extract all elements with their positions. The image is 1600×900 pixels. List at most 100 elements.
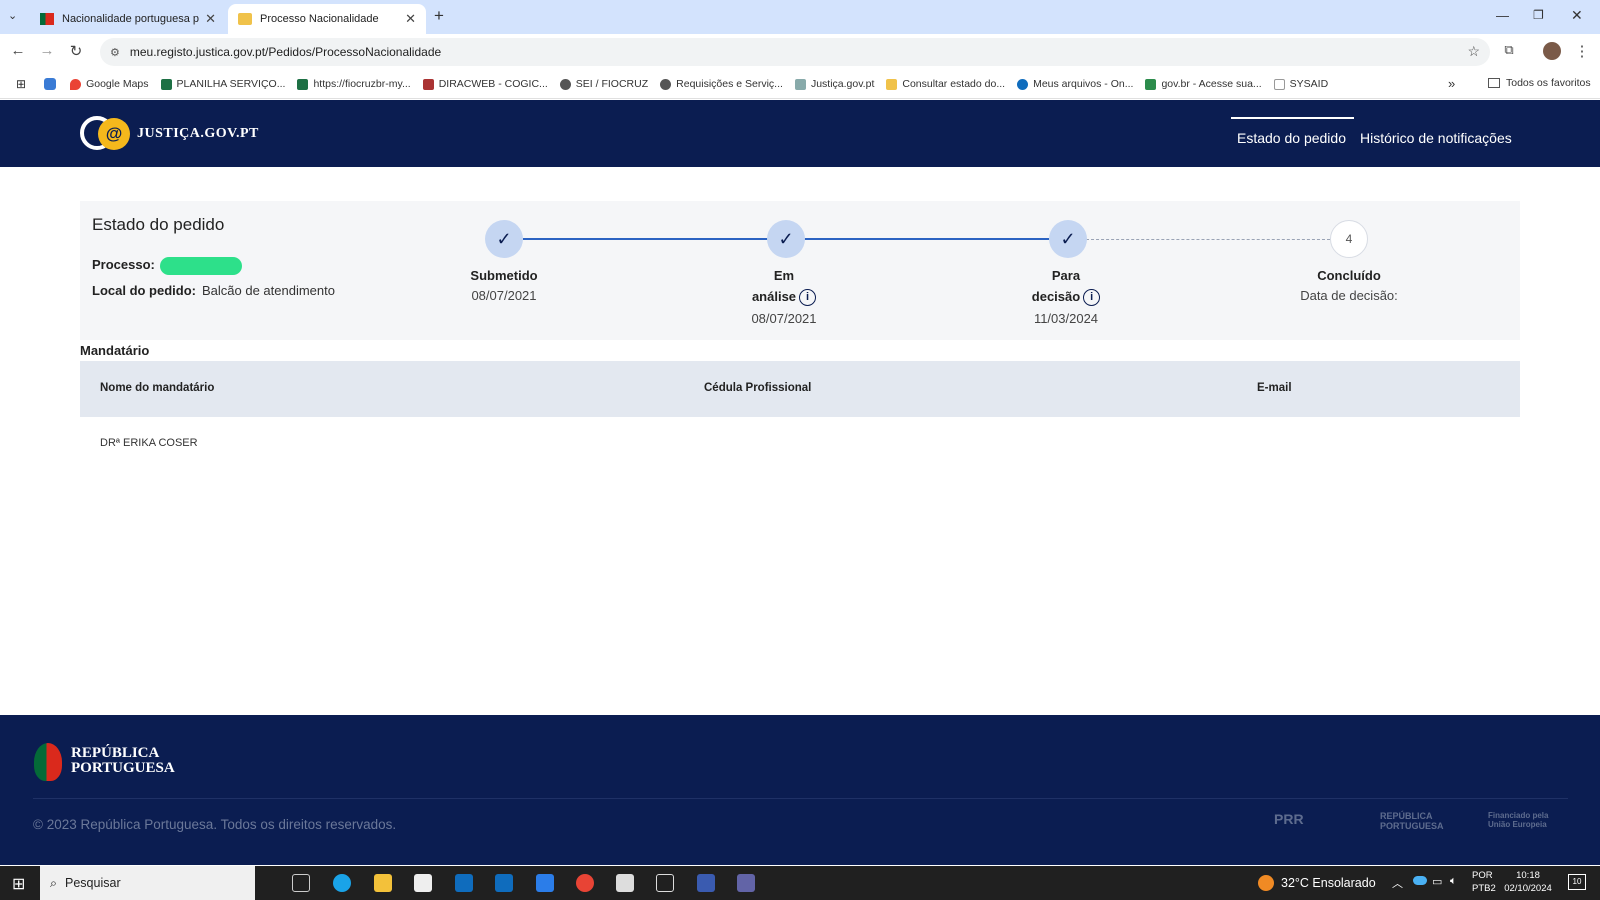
local-label: Local do pedido: — [92, 283, 196, 298]
portugal-flag-icon — [40, 13, 54, 25]
tray-chevron-icon[interactable]: ︿ — [1392, 875, 1403, 891]
weather-sun-icon[interactable] — [1258, 875, 1274, 891]
republica-emblem-icon — [34, 743, 62, 781]
nav-estado-do-pedido[interactable]: Estado do pedido — [1231, 117, 1354, 146]
windows-start-icon[interactable]: ⊞ — [12, 874, 25, 894]
windows-taskbar: ⊞ ⌕ Pesquisar 32°C Ensolarado ︿ ▭ 🔈︎ POR… — [0, 866, 1600, 900]
bookmark-sysaid[interactable]: SYSAID — [1273, 78, 1328, 90]
bookmark-diracweb[interactable]: DIRACWEB - COGIC... — [422, 78, 548, 90]
tab-title: Processo Nacionalidade — [260, 13, 379, 25]
step-concluido-date: Data de decisão: — [1300, 288, 1398, 303]
store-icon[interactable] — [414, 874, 432, 892]
mandatario-title: Mandatário — [80, 343, 150, 358]
nav-historico-notificacoes[interactable]: Histórico de notificações — [1360, 130, 1512, 146]
bookmark-meus-arquivos[interactable]: Meus arquivos - On... — [1017, 78, 1133, 90]
bookmark-google-maps[interactable]: Google Maps — [70, 78, 149, 90]
calculator-icon[interactable] — [616, 874, 634, 892]
column-email: E-mail — [1257, 382, 1292, 394]
mandatario-table-header: Nome do mandatário Cédula Profissional E… — [80, 361, 1520, 417]
forward-icon[interactable]: → — [37, 42, 57, 59]
weather-text[interactable]: 32°C Ensolarado — [1281, 876, 1376, 890]
notifications-icon[interactable]: 10 — [1568, 874, 1586, 890]
bookmark-justica[interactable]: Justiça.gov.pt — [794, 78, 874, 90]
vpn-icon[interactable] — [697, 874, 715, 892]
tab-processo-nacionalidade[interactable]: Processo Nacionalidade ✕ — [228, 4, 426, 34]
more-bookmarks-icon[interactable]: » — [1448, 76, 1455, 91]
step-para-decisao-label-line2: decisão i — [1006, 289, 1126, 307]
browser-toolbar: ← → ↻ ⚙ meu.registo.justica.gov.pt/Pedid… — [0, 34, 1600, 70]
info-icon[interactable]: i — [1083, 289, 1101, 307]
minimize-icon[interactable]: — — [1496, 8, 1509, 23]
site-footer: REPÚBLICA PORTUGUESA © 2023 República Po… — [0, 715, 1600, 865]
redacted-process-number — [160, 257, 242, 275]
step-em-analise-label-line2: análise i — [724, 289, 844, 307]
progress-line — [523, 238, 768, 240]
taskbar-search[interactable]: ⌕ Pesquisar — [40, 866, 255, 900]
info-icon[interactable]: i — [799, 289, 817, 307]
chrome-icon[interactable] — [576, 874, 594, 892]
calendar-icon[interactable] — [536, 874, 554, 892]
progress-line — [804, 238, 1049, 240]
bookmark-govbr[interactable]: gov.br - Acesse sua... — [1145, 78, 1262, 90]
bookmark-planilha[interactable]: PLANILHA SERVIÇO... — [160, 78, 285, 90]
back-icon[interactable]: ← — [8, 42, 28, 59]
menu-kebab-icon[interactable]: ⋮ — [1572, 42, 1592, 60]
bookmarks-bar: ⊞ Google Maps PLANILHA SERVIÇO... https:… — [0, 70, 1600, 99]
browser-tab-bar: ⌄ Nacionalidade portuguesa pelo ✕ Proces… — [0, 0, 1600, 34]
bookmark-consultar-estado[interactable]: Consultar estado do... — [886, 78, 1005, 90]
step-submetido-date: 08/07/2021 — [471, 288, 537, 303]
edge-icon[interactable] — [333, 874, 351, 892]
republica-portuguesa-logo[interactable]: REPÚBLICA PORTUGUESA — [71, 746, 175, 776]
file-explorer-icon[interactable] — [374, 874, 392, 892]
site-header: @ JUSTIÇA.GOV.PT Estado do pedido Histór… — [0, 100, 1600, 167]
clock[interactable]: 10:18 02/10/2024 — [1502, 869, 1554, 895]
teams-icon[interactable] — [737, 874, 755, 892]
eu-funding-logo: Financiado pela União Europeia — [1488, 811, 1549, 829]
taskbar-search-label: Pesquisar — [65, 876, 121, 890]
local-value: Balcão de atendimento — [202, 283, 335, 298]
close-tab-icon[interactable]: ✕ — [405, 11, 416, 27]
close-tab-icon[interactable]: ✕ — [205, 11, 216, 27]
site-logo-text[interactable]: JUSTIÇA.GOV.PT — [137, 126, 259, 142]
volume-icon[interactable]: 🔈︎ — [1450, 875, 1457, 888]
step-concluido-label: Concluído — [1317, 268, 1381, 283]
apps-grid-icon[interactable]: ⊞ — [16, 77, 26, 91]
new-tab-button[interactable]: + — [434, 6, 444, 26]
outlook-icon[interactable] — [455, 874, 473, 892]
folder-icon — [1488, 78, 1500, 88]
site-info-icon[interactable]: ⚙ — [110, 46, 120, 59]
close-window-icon[interactable]: ✕ — [1571, 7, 1583, 24]
republica-small-logo: REPÚBLICA PORTUGUESA — [1380, 811, 1444, 831]
bookmark-fiocruz-onedrive[interactable]: https://fiocruzbr-my... — [297, 78, 411, 90]
step-para-decisao-label: Para — [1051, 268, 1081, 283]
onedrive-icon[interactable] — [1413, 876, 1427, 885]
profile-avatar[interactable] — [1543, 42, 1561, 60]
copyright-text: © 2023 República Portuguesa. Todos os di… — [33, 817, 397, 832]
prr-logo: PRR — [1274, 811, 1304, 827]
bookmark-sei-fiocruz[interactable]: SEI / FIOCRUZ — [559, 78, 648, 90]
reload-icon[interactable]: ↻ — [66, 42, 86, 60]
status-title: Estado do pedido — [92, 215, 225, 234]
tab-nacionalidade[interactable]: Nacionalidade portuguesa pelo ✕ — [30, 4, 226, 34]
all-favorites-folder[interactable]: Todos os favoritos — [1488, 77, 1591, 89]
justica-logo-at-icon[interactable]: @ — [98, 118, 130, 150]
bookmark-app-icon[interactable] — [44, 78, 57, 90]
bookmark-star-icon[interactable]: ☆ — [1467, 43, 1480, 60]
network-icon[interactable]: ▭ — [1432, 875, 1442, 888]
restore-icon[interactable]: ❐ — [1533, 8, 1544, 22]
task-view-icon[interactable] — [292, 874, 310, 892]
progress-line-pending — [1086, 239, 1330, 240]
tab-title: Nacionalidade portuguesa pelo — [62, 13, 200, 25]
tab-list-chevron-icon[interactable]: ⌄ — [8, 9, 17, 22]
step-para-decisao-date: 11/03/2024 — [1033, 311, 1099, 326]
column-cedula: Cédula Profissional — [704, 382, 812, 394]
footer-divider — [33, 798, 1568, 799]
address-bar[interactable]: ⚙ meu.registo.justica.gov.pt/Pedidos/Pro… — [100, 38, 1490, 66]
step-em-analise-check-icon: ✓ — [767, 220, 805, 258]
justica-favicon-icon — [238, 13, 252, 25]
outlook-new-icon[interactable] — [495, 874, 513, 892]
notepad-icon[interactable] — [656, 874, 674, 892]
extensions-icon[interactable]: ⧉ — [1499, 42, 1519, 58]
bookmark-requisicoes[interactable]: Requisições e Serviç... — [660, 78, 783, 90]
language-indicator[interactable]: POR PTB2 — [1472, 869, 1496, 895]
